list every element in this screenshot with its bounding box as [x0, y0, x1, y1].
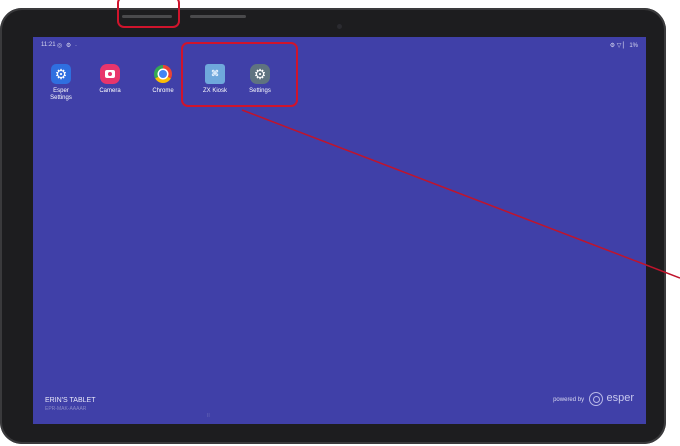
app-label: Chrome — [152, 88, 174, 94]
device-info: ERIN'S TABLET EPR-MAK-AAAAR — [45, 397, 95, 412]
powered-by-text: powered by — [553, 397, 585, 403]
front-camera — [337, 24, 342, 29]
app-esper-settings[interactable]: ⚙ Esper Settings — [41, 64, 81, 102]
nav-indicator: II — [207, 413, 210, 419]
powered-by-esper: powered by esper — [553, 392, 634, 407]
device-id: EPR-MAK-AAAAR — [45, 406, 87, 412]
status-notification-icons: ◎ ⚙ · — [57, 43, 78, 49]
app-label: Esper Settings — [50, 88, 72, 101]
power-button[interactable] — [190, 15, 246, 18]
esper-logo-icon — [588, 392, 603, 407]
app-camera[interactable]: Camera — [90, 64, 130, 95]
device-name: ERIN'S TABLET — [45, 397, 96, 404]
camera-icon — [100, 64, 120, 84]
status-bar: 11:21 ◎ ⚙ · ⚙ ▽ ▏ 1% — [33, 37, 646, 53]
highlight-app-group — [181, 42, 298, 107]
home-screen: 11:21 ◎ ⚙ · ⚙ ▽ ▏ 1% ⚙ Esper Settings Ca… — [33, 37, 646, 424]
highlight-top-button — [117, 0, 180, 28]
status-time: 11:21 — [41, 42, 56, 48]
tablet-device: 11:21 ◎ ⚙ · ⚙ ▽ ▏ 1% ⚙ Esper Settings Ca… — [0, 8, 666, 444]
chrome-icon — [153, 64, 173, 84]
gear-icon: ⚙ — [51, 64, 71, 84]
esper-brand-text: esper — [606, 392, 634, 404]
app-chrome[interactable]: Chrome — [143, 64, 183, 95]
app-label: Camera — [99, 88, 121, 94]
status-system-icons: ⚙ ▽ ▏ 1% — [609, 43, 638, 49]
